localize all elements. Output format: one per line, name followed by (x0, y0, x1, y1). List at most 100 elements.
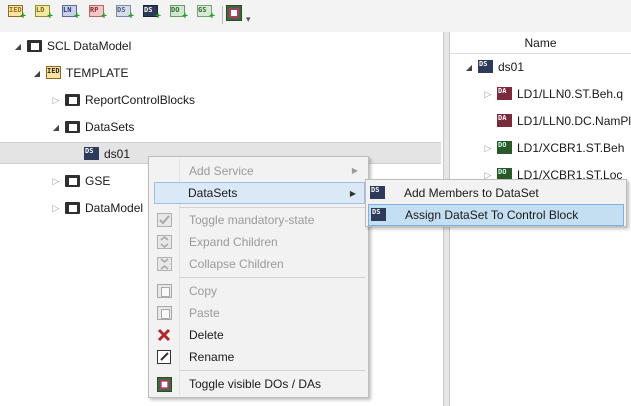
tree-node-label: TEMPLATE (66, 66, 129, 80)
submenu-arrow-icon: ▶ (349, 189, 356, 198)
tree-node-label: ReportControlBlocks (85, 93, 196, 107)
menu-item-collapse-children[interactable]: Collapse Children (151, 253, 366, 275)
expanded-arrow-icon[interactable]: ◢ (464, 63, 474, 72)
menu-separator (179, 207, 365, 208)
tree-node-template[interactable]: ◢ IED TEMPLATE (32, 63, 128, 83)
menu-item-copy[interactable]: Copy (151, 280, 366, 302)
detail-item[interactable]: DA LD1/LLN0.DC.NamPlt.v (497, 111, 631, 131)
collapsed-arrow-icon[interactable]: ▷ (51, 95, 61, 106)
copy-icon (156, 284, 172, 298)
detail-item-label: LD1/LLN0.DC.NamPlt.v (517, 114, 631, 128)
scl-icon (65, 93, 82, 108)
expanded-arrow-icon[interactable]: ◢ (51, 123, 61, 132)
context-menu: Add Service ▶ DataSets ▶ Toggle mandator… (148, 156, 369, 398)
detail-item[interactable]: ▷ DO LD1/XCBR1.ST.Beh (483, 138, 624, 158)
add-members-icon: DS (370, 185, 387, 201)
toolbar-overflow-icon[interactable]: ▾ (246, 14, 251, 25)
tree-node-label: GSE (85, 174, 111, 188)
add-do-button[interactable]: DO + (170, 5, 188, 23)
add-gs-button[interactable]: GS + (197, 5, 215, 23)
datasets-submenu: DS Add Members to DataSet DS Assign Data… (365, 179, 627, 227)
add-do-icon: DO + (170, 5, 188, 22)
menu-item-rename[interactable]: Rename (151, 346, 366, 368)
scl-icon (65, 174, 82, 189)
expanded-arrow-icon[interactable]: ◢ (32, 69, 42, 78)
toggle-visible-button[interactable] (226, 5, 244, 23)
detail-item[interactable]: ▷ DA LD1/LLN0.ST.Beh.q (483, 84, 623, 104)
add-ds-dark-icon: DS + (143, 5, 161, 22)
menu-item-toggle-mandatory[interactable]: Toggle mandatory-state (151, 209, 366, 231)
add-ld-button[interactable]: LD + (35, 5, 53, 23)
collapsed-arrow-icon[interactable]: ▷ (483, 89, 493, 100)
assign-dataset-icon: DS (371, 207, 388, 223)
tree-node-report-control-blocks[interactable]: ▷ ReportControlBlocks (51, 90, 196, 110)
menu-item-delete[interactable]: Delete (151, 324, 366, 346)
column-header-name[interactable]: Name (450, 32, 631, 54)
scl-icon (27, 39, 44, 54)
collapsed-arrow-icon[interactable]: ▷ (483, 143, 493, 154)
menu-item-label: Toggle mandatory-state (189, 213, 315, 227)
scl-icon (65, 120, 82, 135)
menu-item-label: Toggle visible DOs / DAs (189, 377, 322, 391)
add-ln-button[interactable]: LN + (62, 5, 80, 23)
collapsed-arrow-icon[interactable]: ▷ (51, 203, 61, 214)
tree-node-label: ds01 (104, 147, 131, 161)
data-attribute-icon: DA (497, 86, 514, 102)
add-rp-button[interactable]: RP + (89, 5, 107, 23)
add-ds-dark-button[interactable]: DS + (143, 5, 161, 23)
add-ied-button[interactable]: IED + (8, 5, 26, 23)
expand-icon (156, 235, 172, 249)
add-ld-icon: LD + (35, 5, 53, 22)
tree-node-label: DataModel (85, 201, 144, 215)
rename-icon (156, 350, 171, 364)
toolbar: IED + LD + LN + RP + DS + DS + DO + GS + ▾ (0, 0, 631, 32)
collapse-icon (156, 257, 172, 271)
tree-node-label: SCL DataModel (47, 39, 132, 53)
menu-item-label: Rename (189, 350, 235, 364)
menu-item-expand-children[interactable]: Expand Children (151, 231, 366, 253)
menu-item-add-members[interactable]: DS Add Members to DataSet (368, 182, 624, 204)
menu-item-datasets[interactable]: DataSets ▶ (154, 182, 365, 204)
tree-node-datamodel[interactable]: ▷ DataModel (51, 198, 144, 218)
ied-icon: IED (46, 65, 63, 81)
tree-node-label: DataSets (85, 120, 135, 134)
tree-node-datasets[interactable]: ◢ DataSets (51, 117, 134, 137)
add-ds-button[interactable]: DS + (116, 5, 134, 23)
menu-item-label: Assign DataSet To Control Block (405, 208, 579, 222)
menu-item-label: DataSets (188, 186, 238, 200)
tree-node-root[interactable]: ◢ SCL DataModel (13, 36, 131, 56)
paste-icon (156, 306, 172, 320)
detail-node-label: ds01 (498, 60, 525, 74)
checkmark-icon (156, 213, 172, 227)
collapsed-arrow-icon[interactable]: ▷ (51, 176, 61, 187)
menu-item-label: Collapse Children (189, 257, 284, 271)
detail-item-label: LD1/XCBR1.ST.Beh (517, 141, 625, 155)
detail-item-label: LD1/LLN0.ST.Beh.q (517, 87, 624, 101)
menu-item-label: Copy (189, 284, 218, 298)
tree-node-ds01[interactable]: DS ds01 (84, 144, 130, 164)
dataset-icon: DS (478, 59, 495, 75)
menu-item-toggle-visible[interactable]: Toggle visible DOs / DAs (151, 373, 366, 395)
menu-separator (179, 277, 365, 278)
toolbar-separator (222, 6, 223, 24)
menu-item-add-service[interactable]: Add Service ▶ (151, 160, 366, 182)
toggle-visible-icon (226, 5, 242, 21)
data-attribute-icon: DA (497, 113, 514, 129)
detail-node-ds01[interactable]: ◢ DS ds01 (464, 57, 524, 77)
menu-item-label: Delete (189, 328, 224, 342)
menu-item-label: Add Service (189, 164, 254, 178)
delete-icon (157, 328, 171, 342)
menu-item-assign-dataset[interactable]: DS Assign DataSet To Control Block (368, 204, 624, 226)
menu-item-label: Expand Children (189, 235, 278, 249)
tree-node-gse[interactable]: ▷ GSE (51, 171, 111, 191)
menu-item-label: Paste (189, 306, 220, 320)
menu-separator (179, 370, 365, 371)
expanded-arrow-icon[interactable]: ◢ (13, 42, 23, 51)
submenu-arrow-icon: ▶ (351, 166, 358, 175)
toggle-visible-icon (156, 376, 172, 392)
dataset-icon: DS (84, 146, 101, 162)
add-ln-icon: LN + (62, 5, 80, 22)
menu-item-paste[interactable]: Paste (151, 302, 366, 324)
add-ds-icon: DS + (116, 5, 134, 22)
add-gs-icon: GS + (197, 5, 215, 22)
